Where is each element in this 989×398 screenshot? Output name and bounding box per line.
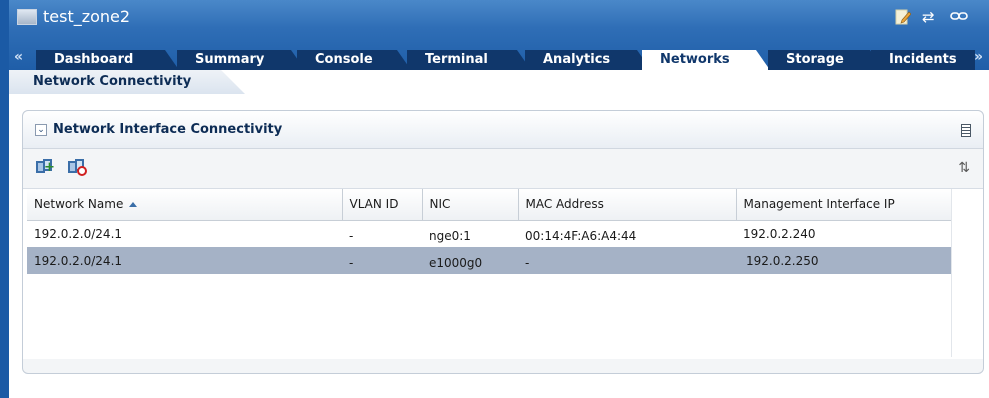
disconnect-network-icon[interactable] (67, 159, 87, 177)
network-interface-panel: ⌄ Network Interface Connectivity + ⇅ Net… (22, 110, 984, 374)
panel-toolbar: + ⇅ (23, 149, 983, 189)
edit-notes-icon[interactable] (895, 9, 912, 28)
table-row-selected[interactable]: 192.0.2.0/24.1 - e1000g0 - 192.0.2.250 (27, 247, 952, 274)
cell-management-ip: 192.0.2.240 (743, 226, 816, 241)
link-icon[interactable] (950, 9, 968, 26)
connect-network-icon[interactable]: + (35, 159, 55, 177)
cell-management-ip: 192.0.2.250 (736, 247, 952, 274)
network-interface-table: Network Name VLAN ID NIC MAC Address Man… (27, 189, 953, 274)
panel-title: Network Interface Connectivity (53, 122, 283, 137)
column-header-nic[interactable]: NIC (422, 189, 519, 221)
cell-mac-address: 00:14:4F:A6:A4:44 (525, 228, 637, 243)
cell-vlan-id: - (342, 247, 422, 274)
subtab-network-connectivity[interactable]: Network Connectivity (9, 70, 245, 94)
no-sign-icon (77, 166, 87, 176)
table-header-row: Network Name VLAN ID NIC MAC Address Man… (27, 189, 953, 221)
tab-storage[interactable]: Storage (768, 50, 884, 70)
column-header-vlan-id[interactable]: VLAN ID (342, 189, 423, 221)
column-header-network-name[interactable]: Network Name (27, 189, 343, 221)
sub-tab-bar: Network Connectivity (9, 70, 989, 94)
tab-scroll-right-icon[interactable]: » (974, 49, 983, 65)
zone-icon (17, 9, 37, 25)
tab-analytics[interactable]: Analytics (525, 50, 651, 70)
panel-menu-icon[interactable] (961, 124, 971, 137)
table-scroll-gutter (951, 189, 981, 357)
cell-nic: e1000g0 (422, 247, 518, 274)
content-area: ⌄ Network Interface Connectivity + ⇅ Net… (9, 94, 989, 398)
collapse-toggle-icon[interactable]: ⌄ (35, 124, 47, 136)
tab-dashboard[interactable]: Dashboard (36, 50, 179, 70)
sort-ascending-icon (129, 202, 138, 208)
window-title: test_zone2 (43, 7, 131, 26)
cell-nic: nge0:1 (429, 228, 471, 243)
cell-network-name: 192.0.2.0/24.1 (34, 226, 123, 241)
table-container: Network Name VLAN ID NIC MAC Address Man… (23, 189, 983, 359)
tab-summary[interactable]: Summary (177, 50, 305, 70)
cell-vlan-id: - (349, 228, 354, 243)
left-edge-bar (0, 0, 9, 398)
title-bar: test_zone2 ⇄ (9, 0, 989, 46)
tab-console[interactable]: Console (297, 50, 411, 70)
tab-incidents[interactable]: Incidents (871, 50, 975, 70)
swap-arrows-icon[interactable]: ⇄ (922, 9, 935, 25)
panel-header: ⌄ Network Interface Connectivity (23, 111, 983, 149)
tab-networks[interactable]: Networks (642, 50, 770, 70)
refresh-icon[interactable]: ⇅ (958, 160, 970, 176)
table-row[interactable]: 192.0.2.0/24.1 - nge0:1 00:14:4F:A6:A4:4… (27, 220, 952, 247)
column-header-mac-address[interactable]: MAC Address (518, 189, 737, 221)
column-label: Network Name (34, 197, 124, 212)
cell-mac-address: - (518, 247, 736, 274)
tab-terminal[interactable]: Terminal (407, 50, 531, 70)
tab-bar: « Dashboard Summary Console Terminal Ana… (9, 46, 989, 70)
column-header-management-ip[interactable]: Management Interface IP (736, 189, 953, 221)
tab-scroll-left-icon[interactable]: « (14, 49, 23, 65)
cell-network-name: 192.0.2.0/24.1 (27, 247, 342, 274)
app-header: test_zone2 ⇄ « Dashboard Summary Console… (9, 0, 989, 70)
plus-icon: + (44, 160, 55, 175)
